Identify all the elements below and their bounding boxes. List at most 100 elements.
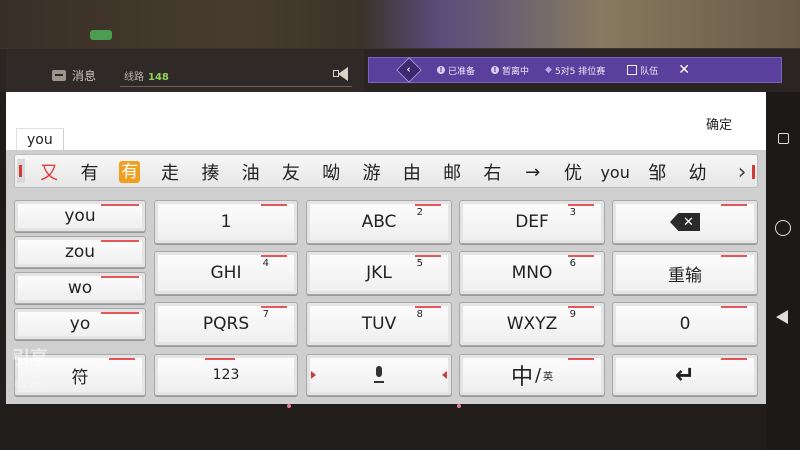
indicator-dot [457, 404, 461, 408]
candidate[interactable]: 走 [150, 159, 190, 185]
candidate[interactable]: 呦 [311, 159, 351, 185]
candidate-expand-button[interactable]: › [727, 155, 757, 189]
candidate[interactable]: 右 [472, 159, 512, 185]
pinyin-suggestion-label: yo [69, 314, 91, 334]
game-header-bar: 消息 线路 148 ‹ ! 已准备 ! 暂离中 ◆ 5对5 排位赛 队伍 ✕ [0, 48, 800, 93]
back-button[interactable]: ‹ [396, 57, 422, 83]
megaphone-icon[interactable] [333, 67, 351, 81]
numbers-key[interactable]: 123 [154, 354, 298, 396]
match-status-bar: ‹ ! 已准备 ! 暂离中 ◆ 5对5 排位赛 队伍 ✕ [368, 57, 782, 83]
key-label: WXYZ [506, 314, 558, 334]
candidate[interactable]: 幼 [677, 159, 717, 185]
key-mno[interactable]: MNO 6 [459, 251, 605, 295]
candidate[interactable]: 优 [553, 159, 593, 185]
bottom-bar [0, 404, 766, 450]
indicator-dot [287, 404, 291, 408]
key-wxyz[interactable]: WXYZ 9 [459, 302, 605, 346]
candidate-list: 又 有 有 走 揍 油 友 呦 游 由 邮 右 → 优 you 邹 幼 [29, 155, 718, 189]
pinyin-suggestion[interactable]: yo [14, 308, 146, 340]
signal-indicator [90, 30, 112, 40]
key-def[interactable]: DEF 3 [459, 200, 605, 244]
candidate-highlighted[interactable]: 有 [110, 161, 150, 183]
team-icon [627, 65, 638, 75]
candidate[interactable]: 油 [230, 159, 270, 185]
lang-alt-label: 英 [543, 371, 554, 383]
match-mode: ◆ 5对5 排位赛 [545, 64, 605, 77]
team-label: 队伍 [640, 66, 659, 77]
composing-text-field[interactable]: you [16, 128, 64, 150]
candidate[interactable]: 有 [69, 159, 109, 185]
enter-icon: ↵ [674, 361, 696, 389]
key-tuv[interactable]: TUV 8 [306, 302, 452, 346]
numbers-key-label: 123 [212, 367, 240, 383]
confirm-button[interactable]: 确定 [706, 114, 732, 133]
match-mode-label: 5对5 排位赛 [554, 66, 606, 77]
pinyin-suggestion[interactable]: wo [14, 272, 146, 304]
key-label: DEF [515, 212, 549, 232]
ime-keyboard: 又 有 有 走 揍 油 友 呦 游 由 邮 右 → 优 you 邹 幼 › yo… [6, 150, 766, 404]
candidate-scroll-left[interactable] [17, 159, 25, 183]
key-label: 0 [679, 314, 691, 334]
enter-key[interactable]: ↵ [612, 354, 758, 396]
microphone-icon [373, 366, 385, 384]
left-marker [311, 371, 316, 379]
route-divider [120, 86, 352, 87]
reenter-key[interactable]: 重输 [612, 251, 758, 295]
candidate-arrow[interactable]: → [513, 162, 553, 183]
key-pqrs[interactable]: PQRS 7 [154, 302, 298, 346]
lang-main-label: 中 [510, 365, 533, 390]
candidate[interactable]: 又 [29, 159, 69, 185]
candidate-highlight-text: 有 [119, 161, 141, 183]
backspace-icon: ✕ [670, 213, 700, 231]
watermark-logo: 引享 [12, 348, 48, 369]
pinyin-suggestion[interactable]: you [14, 200, 146, 232]
key-number: 6 [569, 258, 576, 269]
key-jkl[interactable]: JKL 5 [306, 251, 452, 295]
info-icon: ! [437, 66, 445, 74]
candidate[interactable]: 邮 [432, 159, 472, 185]
backspace-key[interactable]: ✕ [612, 200, 758, 244]
candidate[interactable]: 游 [351, 159, 391, 185]
close-icon[interactable]: ✕ [678, 62, 690, 78]
message-label: 消息 [72, 69, 97, 83]
key-abc[interactable]: ABC 2 [306, 200, 452, 244]
candidate[interactable]: 邹 [637, 159, 677, 185]
route-label: 线路 [124, 72, 144, 83]
status-away: ! 暂离中 [491, 64, 529, 77]
key-number: 9 [569, 309, 576, 320]
back-nav-icon[interactable] [776, 310, 788, 324]
language-switch-key[interactable]: 中 / 英 [459, 354, 605, 396]
recent-apps-icon[interactable] [778, 133, 789, 144]
status-away-label: 暂离中 [502, 66, 530, 77]
key-number: 7 [262, 309, 269, 320]
team-button[interactable]: 队伍 [627, 64, 658, 77]
candidate[interactable]: 揍 [190, 159, 230, 185]
key-0[interactable]: 0 [612, 302, 758, 346]
key-1[interactable]: 1 [154, 200, 298, 244]
reenter-key-label: 重输 [668, 265, 702, 286]
key-ghi[interactable]: GHI 4 [154, 251, 298, 295]
space-voice-key[interactable] [306, 354, 452, 396]
pinyin-suggestion-label: you [64, 206, 96, 226]
message-button[interactable]: 消息 [52, 67, 96, 84]
chevron-right-icon: › [737, 159, 747, 185]
key-label: 1 [220, 212, 232, 232]
home-icon[interactable] [775, 220, 791, 236]
key-number: 8 [416, 309, 423, 320]
info-icon: ! [491, 66, 500, 74]
screen: 消息 线路 148 ‹ ! 已准备 ! 暂离中 ◆ 5对5 排位赛 队伍 ✕ 确定 yo… [0, 0, 800, 450]
pinyin-suggestion-label: wo [67, 278, 93, 298]
key-number: 4 [262, 258, 269, 269]
candidate[interactable]: you [593, 163, 637, 182]
text-input-panel: 确定 you [6, 92, 766, 150]
game-background-strip [0, 0, 800, 48]
candidate[interactable]: 由 [392, 159, 432, 185]
pinyin-suggestion[interactable]: zou [14, 236, 146, 268]
status-ready-label: 已准备 [448, 66, 476, 77]
key-number: 5 [416, 258, 423, 269]
watermark-text: 引享游戏网 [14, 381, 49, 389]
key-label: MNO [511, 263, 553, 283]
chat-bubble-icon [52, 70, 66, 81]
route-indicator: 线路 148 [124, 68, 169, 83]
candidate[interactable]: 友 [271, 159, 311, 185]
